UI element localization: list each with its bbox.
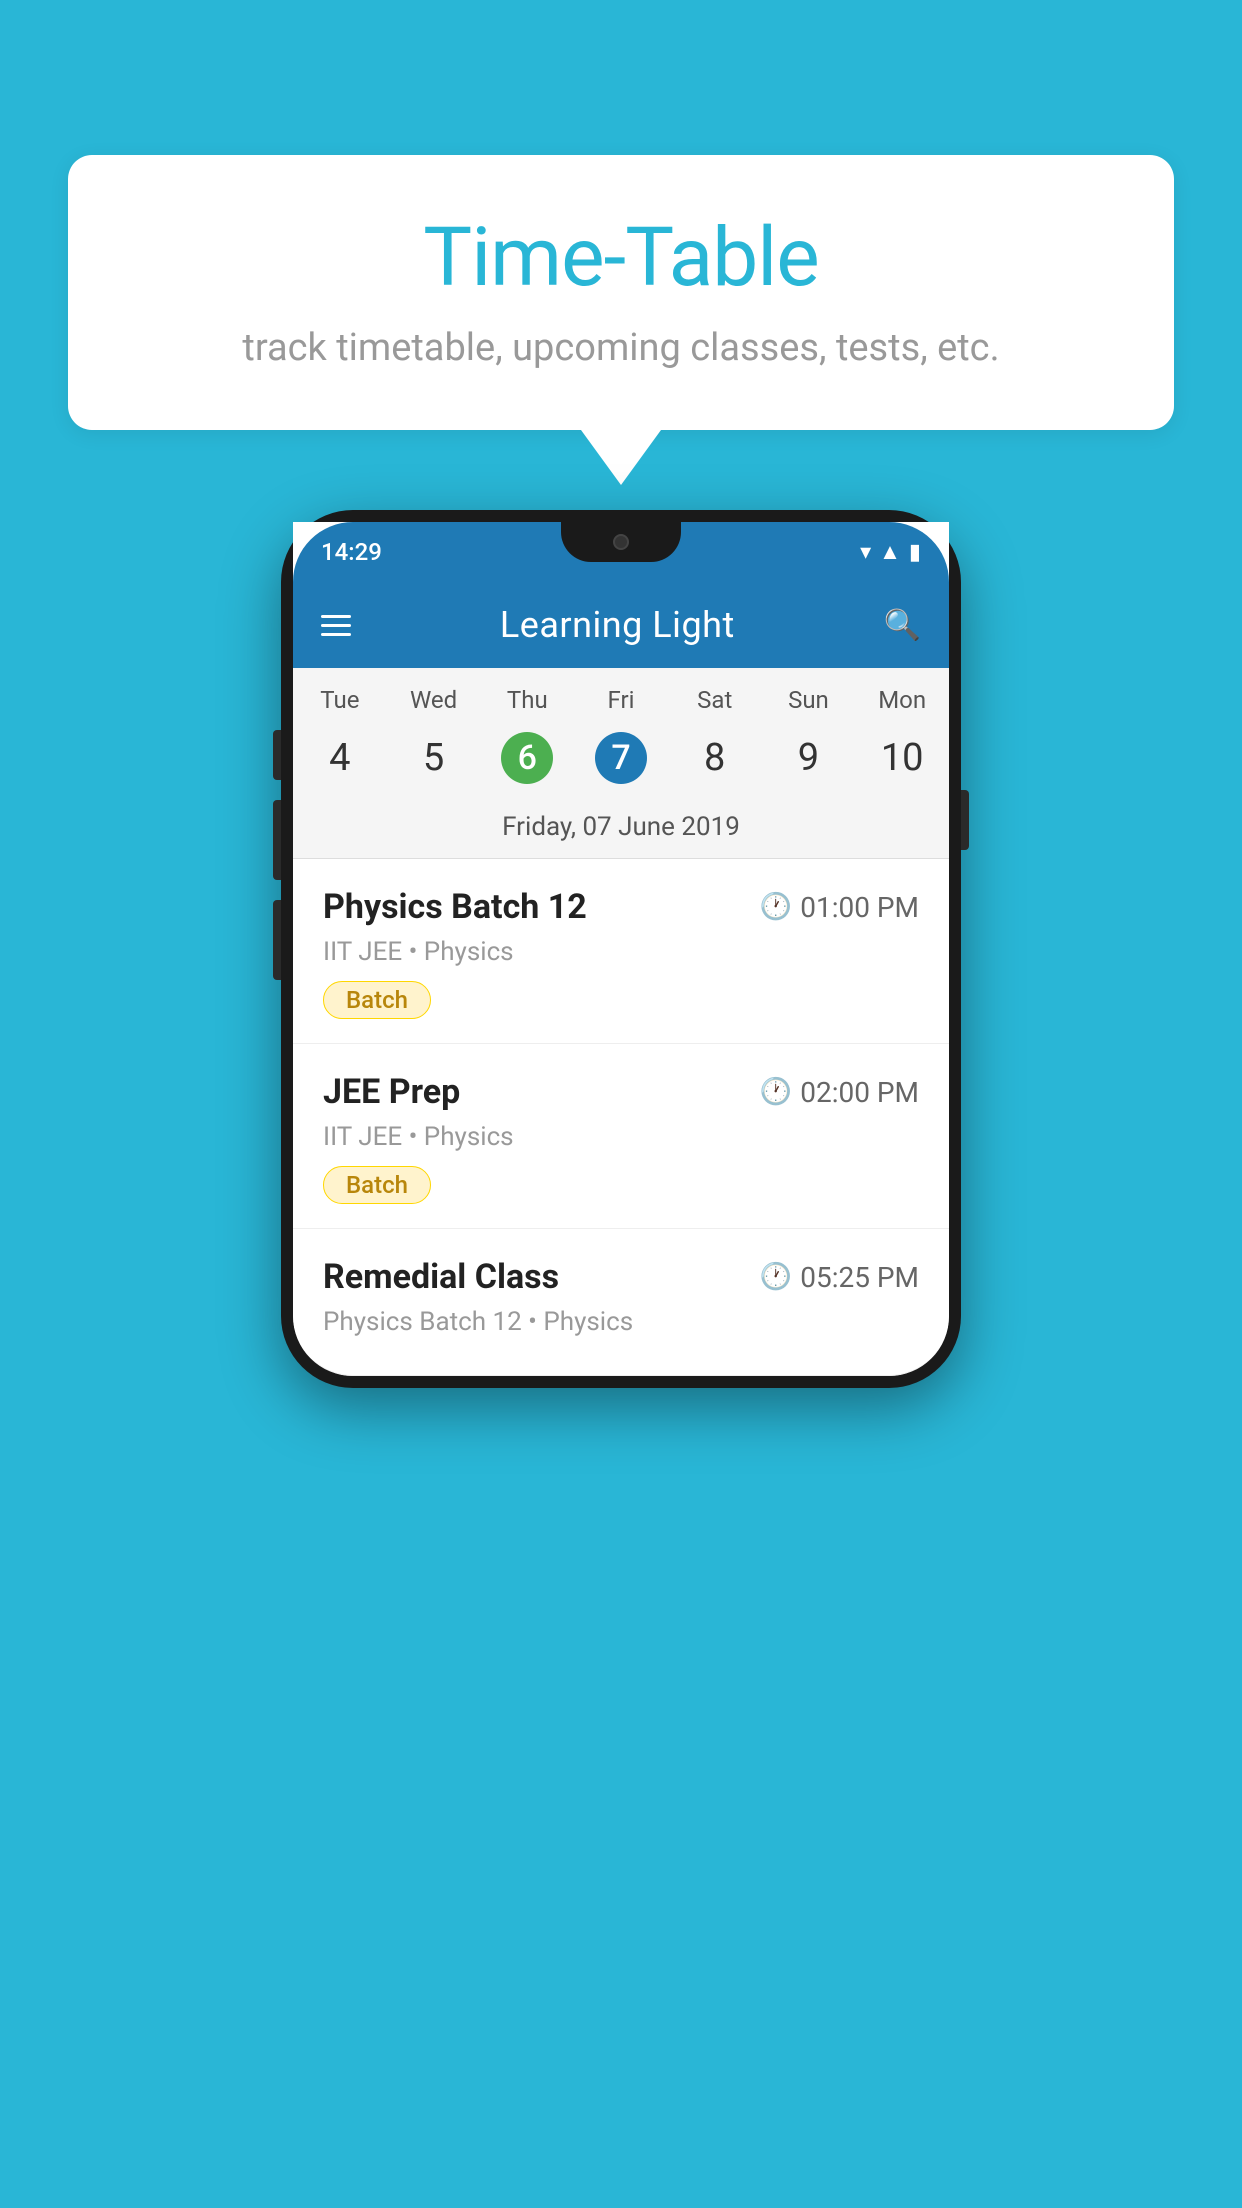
schedule-item-1[interactable]: Physics Batch 12 🕐 01:00 PM IIT JEE • Ph… — [293, 859, 949, 1044]
time-label-2: 02:00 PM — [800, 1076, 919, 1109]
batch-tag-2: Batch — [323, 1166, 431, 1204]
day-thu: Thu — [480, 686, 574, 714]
day-sun: Sun — [762, 686, 856, 714]
clock-icon-3: 🕐 — [760, 1262, 792, 1292]
day-wed: Wed — [387, 686, 481, 714]
schedule-time-1: 🕐 01:00 PM — [760, 891, 919, 924]
day-sat: Sat — [668, 686, 762, 714]
date-4[interactable]: 4 — [293, 732, 387, 784]
clock-icon-2: 🕐 — [760, 1077, 792, 1107]
speech-bubble-container: Time-Table track timetable, upcoming cla… — [68, 155, 1174, 485]
menu-button[interactable] — [321, 615, 351, 636]
wifi-icon: ▾ — [860, 540, 871, 565]
volume-up-button — [273, 800, 281, 880]
bubble-pointer — [581, 430, 661, 485]
status-time: 14:29 — [321, 538, 382, 566]
date-8[interactable]: 8 — [668, 732, 762, 784]
volume-down-button — [273, 900, 281, 980]
notch — [561, 522, 681, 562]
app-bar: Learning Light 🔍 — [293, 582, 949, 668]
status-bar: 14:29 ▾ ▲ ▮ — [293, 522, 949, 582]
date-6[interactable]: 6 — [480, 732, 574, 784]
day-fri: Fri — [574, 686, 668, 714]
speech-bubble: Time-Table track timetable, upcoming cla… — [68, 155, 1174, 430]
day-mon: Mon — [855, 686, 949, 714]
camera — [613, 534, 629, 550]
battery-icon: ▮ — [909, 540, 921, 565]
selected-date: Friday, 07 June 2019 — [293, 802, 949, 859]
schedule-item-1-header: Physics Batch 12 🕐 01:00 PM — [323, 887, 919, 927]
schedule-time-3: 🕐 05:25 PM — [760, 1261, 919, 1294]
schedule-meta-1: IIT JEE • Physics — [323, 937, 919, 967]
time-label-1: 01:00 PM — [800, 891, 919, 924]
date-10[interactable]: 10 — [855, 732, 949, 784]
time-label-3: 05:25 PM — [800, 1261, 919, 1294]
date-7[interactable]: 7 — [574, 732, 668, 784]
bubble-subtitle: track timetable, upcoming classes, tests… — [128, 326, 1114, 370]
schedule-item-2[interactable]: JEE Prep 🕐 02:00 PM IIT JEE • Physics Ba… — [293, 1044, 949, 1229]
clock-icon-1: 🕐 — [760, 892, 792, 922]
phone-screen: 14:29 ▾ ▲ ▮ Learning Light 🔍 — [293, 522, 949, 1376]
bubble-title: Time-Table — [128, 210, 1114, 306]
schedule-item-3-header: Remedial Class 🕐 05:25 PM — [323, 1257, 919, 1297]
calendar-section: Tue Wed Thu Fri Sat Sun Mon 4 5 6 7 — [293, 668, 949, 859]
signal-icon: ▲ — [879, 539, 901, 565]
search-button[interactable]: 🔍 — [884, 608, 921, 643]
status-icons: ▾ ▲ ▮ — [860, 539, 921, 565]
day-numbers: 4 5 6 7 8 9 10 — [293, 724, 949, 802]
schedule-title-2: JEE Prep — [323, 1072, 460, 1112]
day-tue: Tue — [293, 686, 387, 714]
app-title: Learning Light — [500, 604, 735, 646]
schedule-item-3[interactable]: Remedial Class 🕐 05:25 PM Physics Batch … — [293, 1229, 949, 1376]
mute-button — [273, 730, 281, 780]
schedule-title-1: Physics Batch 12 — [323, 887, 587, 927]
schedule-title-3: Remedial Class — [323, 1257, 559, 1297]
power-button — [961, 790, 969, 850]
schedule-time-2: 🕐 02:00 PM — [760, 1076, 919, 1109]
schedule-meta-2: IIT JEE • Physics — [323, 1122, 919, 1152]
day-headers: Tue Wed Thu Fri Sat Sun Mon — [293, 668, 949, 724]
schedule-meta-3: Physics Batch 12 • Physics — [323, 1307, 919, 1337]
date-9[interactable]: 9 — [762, 732, 856, 784]
schedule-item-2-header: JEE Prep 🕐 02:00 PM — [323, 1072, 919, 1112]
batch-tag-1: Batch — [323, 981, 431, 1019]
date-5[interactable]: 5 — [387, 732, 481, 784]
phone-wrapper: 14:29 ▾ ▲ ▮ Learning Light 🔍 — [68, 510, 1174, 1388]
phone-mockup: 14:29 ▾ ▲ ▮ Learning Light 🔍 — [281, 510, 961, 1388]
